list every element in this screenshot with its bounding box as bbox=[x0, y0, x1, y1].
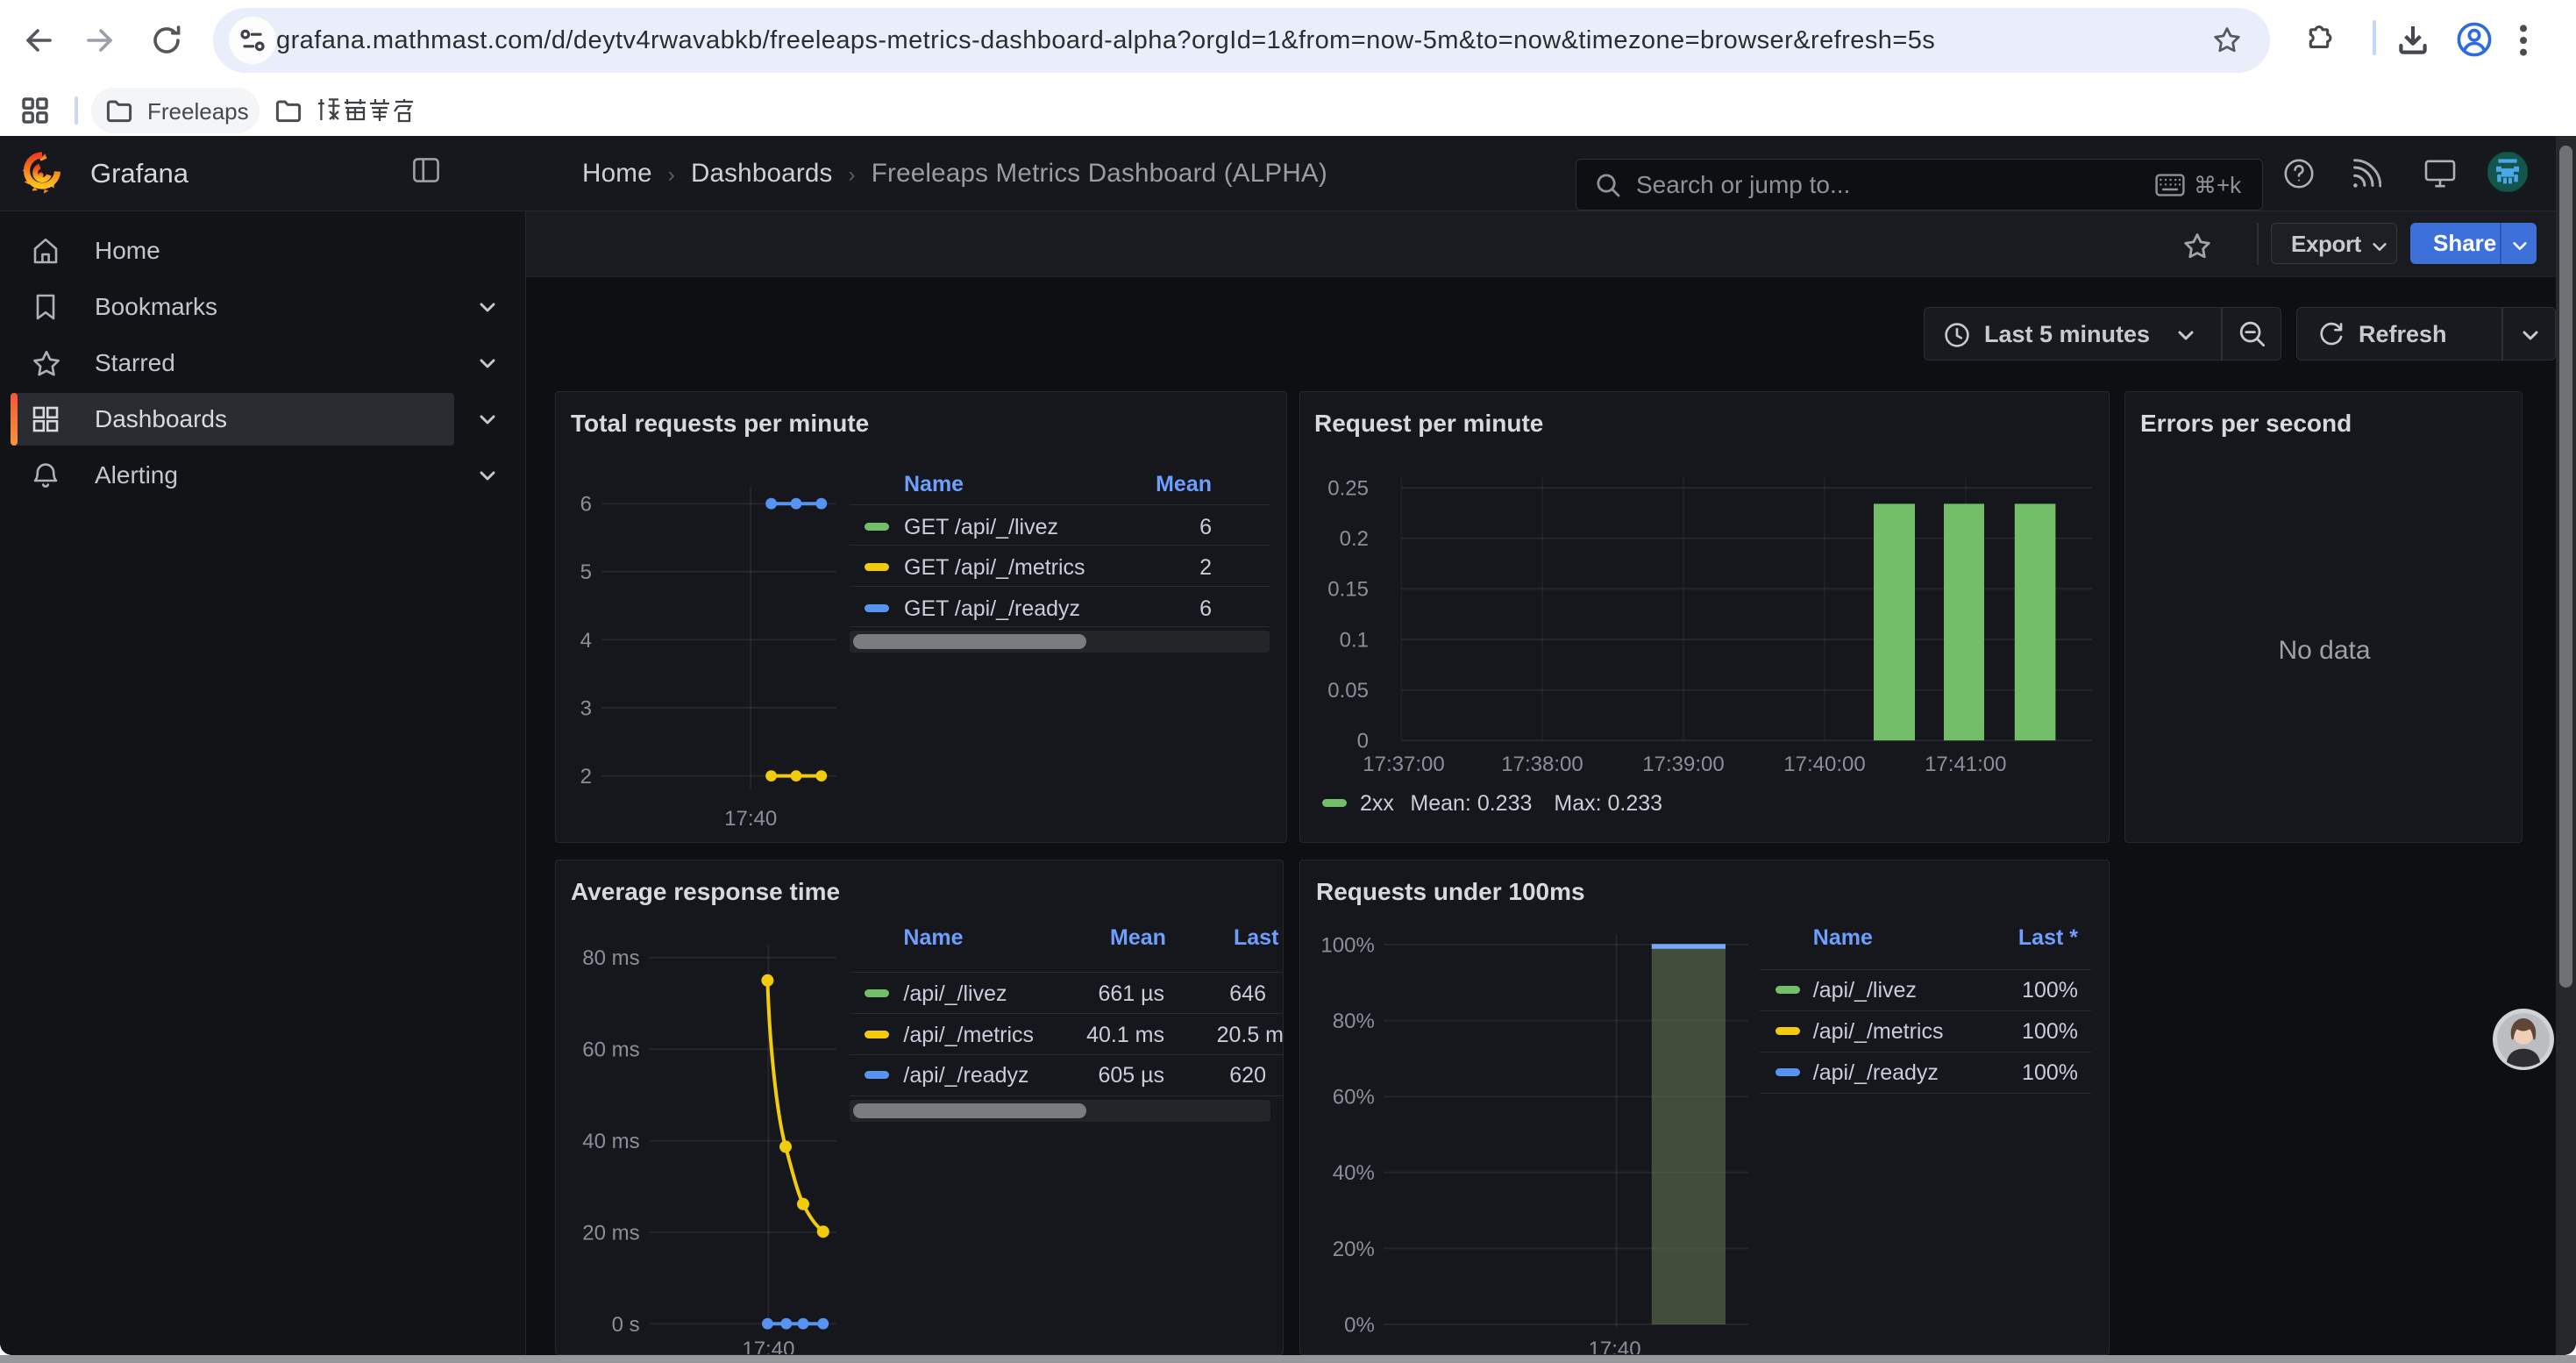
svg-text:6: 6 bbox=[580, 493, 592, 517]
svg-text:60%: 60% bbox=[1333, 1086, 1375, 1110]
svg-text:17:40: 17:40 bbox=[724, 807, 777, 831]
svg-text:0.05: 0.05 bbox=[1327, 679, 1369, 703]
svg-text:0: 0 bbox=[1357, 730, 1369, 753]
svg-text:17:40: 17:40 bbox=[742, 1338, 794, 1355]
svg-text:20 ms: 20 ms bbox=[582, 1221, 639, 1245]
svg-text:40%: 40% bbox=[1333, 1161, 1375, 1185]
svg-text:17:41:00: 17:41:00 bbox=[1925, 753, 2006, 776]
svg-text:80 ms: 80 ms bbox=[582, 946, 639, 970]
svg-text:17:38:00: 17:38:00 bbox=[1501, 753, 1583, 776]
svg-text:0%: 0% bbox=[1344, 1313, 1375, 1337]
svg-text:0.2: 0.2 bbox=[1340, 527, 1369, 551]
svg-text:0.1: 0.1 bbox=[1340, 628, 1369, 652]
svg-text:60 ms: 60 ms bbox=[582, 1038, 639, 1062]
svg-text:5: 5 bbox=[580, 560, 592, 584]
svg-text:0 s: 0 s bbox=[612, 1313, 640, 1337]
svg-text:0.15: 0.15 bbox=[1327, 578, 1369, 602]
svg-text:40 ms: 40 ms bbox=[582, 1130, 639, 1153]
svg-text:100%: 100% bbox=[1320, 933, 1374, 957]
svg-text:80%: 80% bbox=[1333, 1010, 1375, 1033]
svg-text:2: 2 bbox=[580, 765, 592, 789]
svg-text:3: 3 bbox=[580, 696, 592, 720]
svg-text:4: 4 bbox=[580, 629, 592, 653]
svg-text:17:40:00: 17:40:00 bbox=[1783, 753, 1865, 776]
svg-text:17:40: 17:40 bbox=[1589, 1338, 1641, 1355]
svg-text:17:37:00: 17:37:00 bbox=[1363, 753, 1444, 776]
svg-text:17:39:00: 17:39:00 bbox=[1642, 753, 1724, 776]
svg-text:0.25: 0.25 bbox=[1327, 477, 1369, 501]
svg-text:20%: 20% bbox=[1333, 1238, 1375, 1261]
